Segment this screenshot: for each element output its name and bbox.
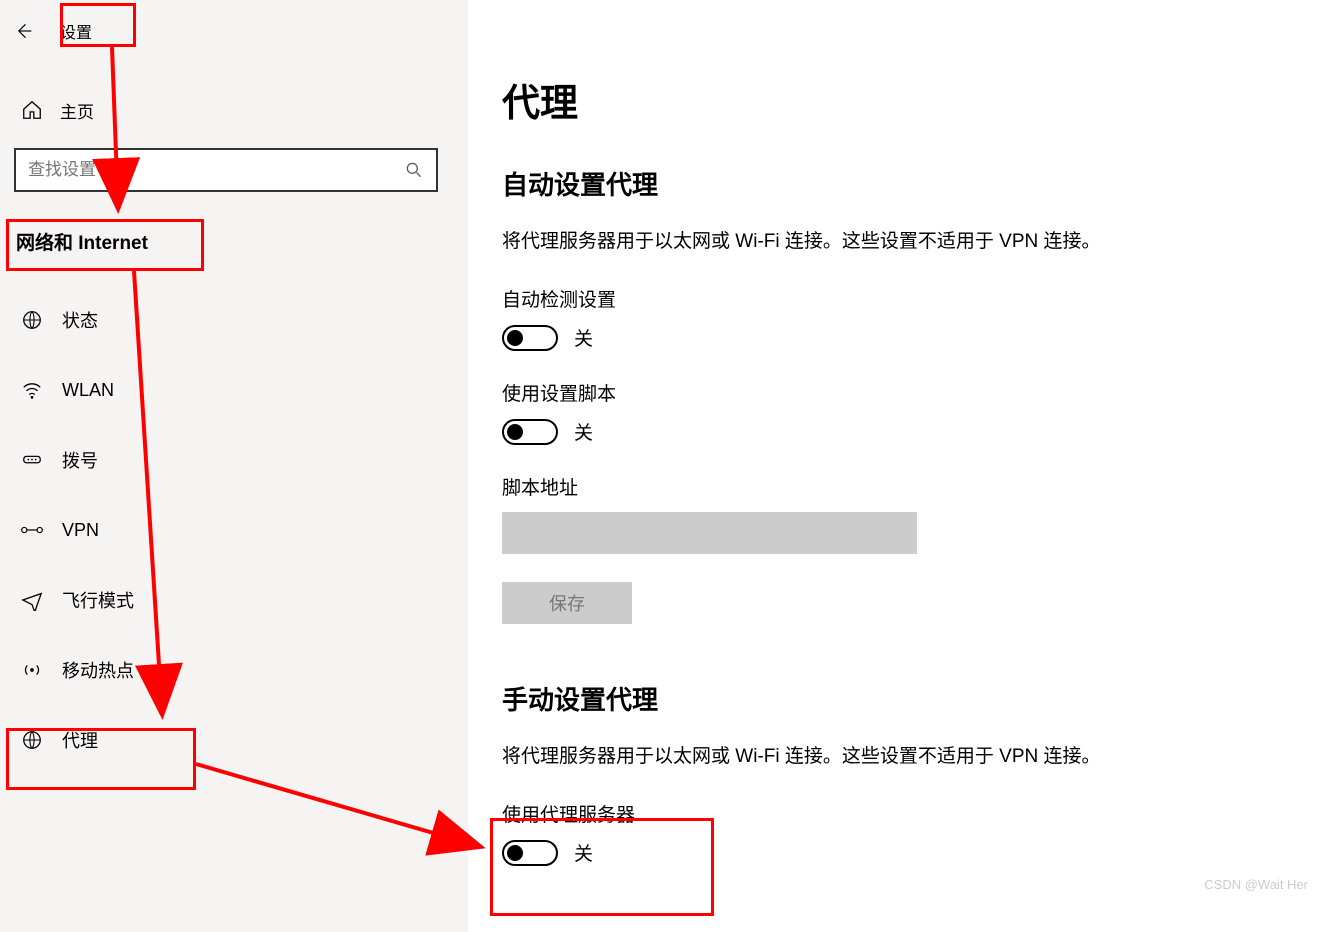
sidebar-item-status[interactable]: 状态 xyxy=(0,285,468,355)
use-proxy-label: 使用代理服务器 xyxy=(502,800,1320,827)
sidebar-item-vpn[interactable]: VPN xyxy=(0,495,468,565)
auto-detect-label: 自动检测设置 xyxy=(502,285,1320,312)
search-icon xyxy=(404,160,424,180)
page-title: 代理 xyxy=(502,72,1320,127)
auto-section-title: 自动设置代理 xyxy=(502,165,1320,202)
home-link[interactable]: 主页 xyxy=(0,90,468,130)
sidebar-item-label: 代理 xyxy=(62,727,98,753)
sidebar-item-wlan[interactable]: WLAN xyxy=(0,355,468,425)
dialup-icon xyxy=(20,449,44,471)
auto-section-desc: 将代理服务器用于以太网或 Wi-Fi 连接。这些设置不适用于 VPN 连接。 xyxy=(502,226,1320,253)
home-icon xyxy=(20,99,44,121)
sidebar-item-label: VPN xyxy=(62,520,99,541)
sidebar-item-label: 状态 xyxy=(62,307,98,333)
sidebar-item-label: 拨号 xyxy=(62,447,98,473)
use-proxy-toggle[interactable] xyxy=(502,840,558,866)
auto-detect-state: 关 xyxy=(574,324,593,351)
hotspot-icon xyxy=(20,659,44,681)
back-button[interactable] xyxy=(0,12,46,50)
back-arrow-icon xyxy=(13,21,33,41)
sidebar-category: 网络和 Internet xyxy=(0,218,468,265)
search-box[interactable] xyxy=(14,148,438,192)
manual-section-title: 手动设置代理 xyxy=(502,680,1320,717)
use-script-state: 关 xyxy=(574,418,593,445)
sidebar: 设置 主页 网络和 Internet 状态 WLAN 拨号 VPN 飞 xyxy=(0,0,468,932)
airplane-icon xyxy=(20,589,44,611)
globe-icon xyxy=(20,729,44,751)
use-script-toggle[interactable] xyxy=(502,419,558,445)
window-title: 设置 xyxy=(46,15,106,47)
nav-list: 状态 WLAN 拨号 VPN 飞行模式 移动热点 代理 xyxy=(0,285,468,775)
sidebar-item-hotspot[interactable]: 移动热点 xyxy=(0,635,468,705)
watermark: CSDN @Wait Her xyxy=(1204,877,1308,892)
search-input[interactable] xyxy=(28,160,404,180)
use-proxy-state: 关 xyxy=(574,839,593,866)
sidebar-item-dialup[interactable]: 拨号 xyxy=(0,425,468,495)
globe-status-icon xyxy=(20,309,44,331)
sidebar-item-label: 飞行模式 xyxy=(62,587,134,613)
save-button: 保存 xyxy=(502,582,632,624)
main-content: 代理 自动设置代理 将代理服务器用于以太网或 Wi-Fi 连接。这些设置不适用于… xyxy=(468,0,1320,932)
vpn-icon xyxy=(20,519,44,541)
wifi-icon xyxy=(20,379,44,401)
manual-section-desc: 将代理服务器用于以太网或 Wi-Fi 连接。这些设置不适用于 VPN 连接。 xyxy=(502,741,1320,768)
auto-detect-toggle[interactable] xyxy=(502,325,558,351)
use-script-label: 使用设置脚本 xyxy=(502,379,1320,406)
script-address-label: 脚本地址 xyxy=(502,473,1320,500)
home-label: 主页 xyxy=(60,98,94,123)
sidebar-item-label: WLAN xyxy=(62,380,114,401)
sidebar-item-label: 移动热点 xyxy=(62,657,134,683)
script-address-input xyxy=(502,512,917,554)
sidebar-item-proxy[interactable]: 代理 xyxy=(0,705,468,775)
header-row: 设置 xyxy=(0,12,468,50)
sidebar-item-airplane[interactable]: 飞行模式 xyxy=(0,565,468,635)
